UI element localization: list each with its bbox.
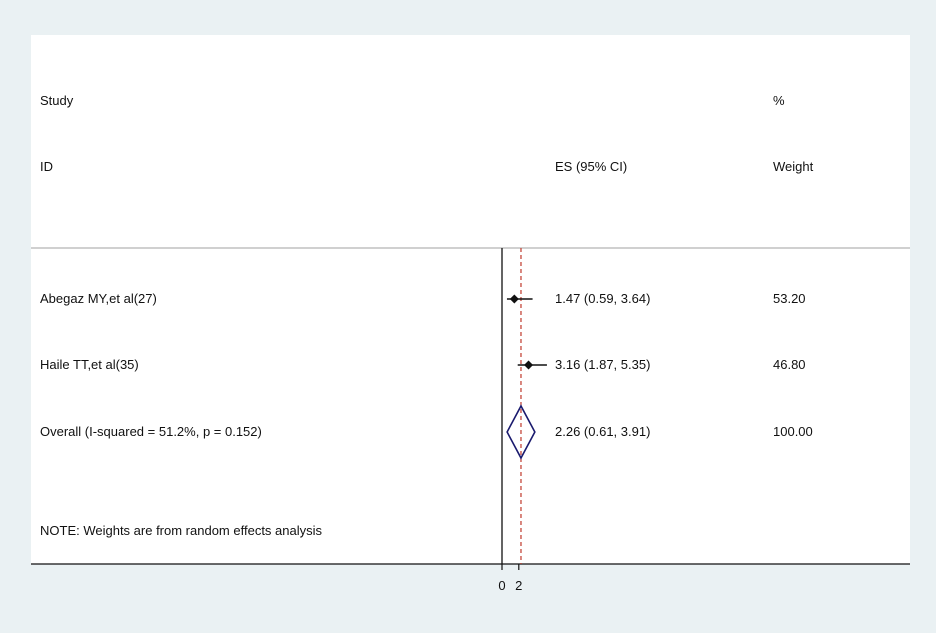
point-estimate-marker [524, 360, 534, 370]
point-estimate-marker [509, 294, 519, 304]
x-tick-label: 0 [498, 578, 505, 593]
x-tick-label: 2 [515, 578, 522, 593]
forest-plot-graphics: 02 [31, 247, 910, 593]
